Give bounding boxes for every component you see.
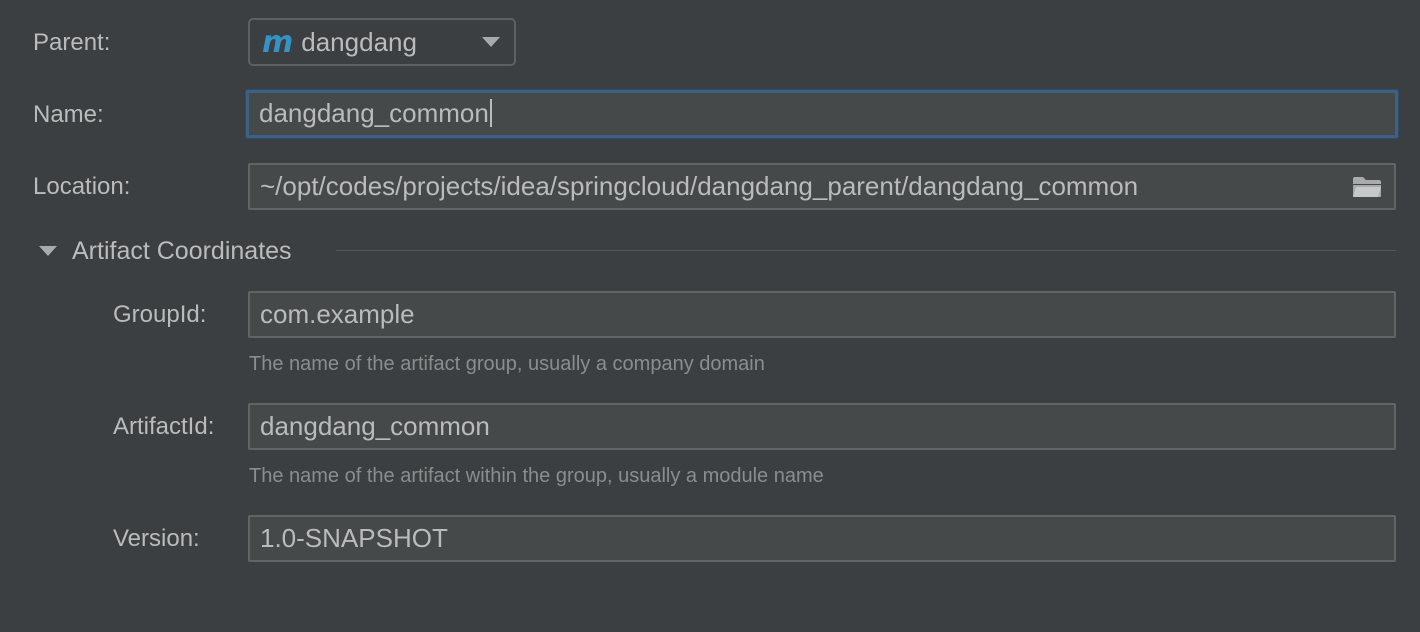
artifact-id-hint: The name of the artifact within the grou… (249, 465, 824, 487)
artifact-id-input-value: dangdang_common (260, 411, 490, 441)
maven-module-icon: m (262, 25, 294, 60)
group-id-hint: The name of the artifact group, usually … (249, 353, 765, 375)
collapse-triangle-icon[interactable] (39, 246, 57, 256)
name-label: Name: (33, 101, 104, 128)
parent-label: Parent: (33, 29, 111, 56)
parent-dropdown[interactable]: m dangdang (248, 18, 516, 66)
location-input-value: ~/opt/codes/projects/idea/springcloud/da… (260, 171, 1139, 201)
parent-dropdown-value: dangdang (301, 27, 417, 57)
new-module-form: Parent: m dangdang Name: dangdang_common … (0, 0, 1420, 632)
name-input[interactable]: dangdang_common (246, 90, 1398, 138)
section-separator (336, 250, 1396, 251)
name-input-value: dangdang_common (259, 98, 489, 128)
version-input-value: 1.0-SNAPSHOT (260, 523, 448, 553)
version-label: Version: (113, 525, 200, 552)
location-label: Location: (33, 173, 131, 200)
artifact-id-label: ArtifactId: (113, 413, 215, 440)
chevron-down-icon[interactable] (482, 37, 500, 47)
version-input[interactable]: 1.0-SNAPSHOT (248, 515, 1396, 562)
group-id-input-value: com.example (260, 299, 415, 329)
folder-icon[interactable] (1352, 176, 1382, 198)
artifact-id-input[interactable]: dangdang_common (248, 403, 1396, 450)
group-id-label: GroupId: (113, 301, 207, 328)
group-id-input[interactable]: com.example (248, 291, 1396, 338)
artifact-coordinates-title[interactable]: Artifact Coordinates (72, 235, 292, 267)
location-input[interactable]: ~/opt/codes/projects/idea/springcloud/da… (248, 163, 1396, 210)
text-caret (489, 99, 492, 127)
